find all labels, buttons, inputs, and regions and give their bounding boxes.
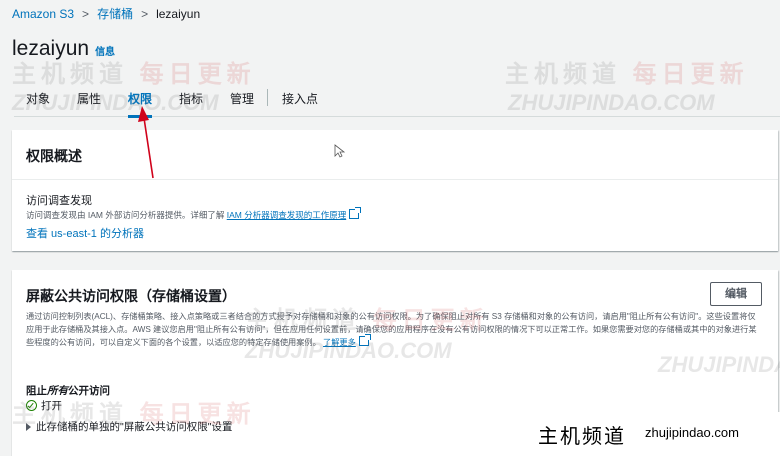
tab-access-points[interactable]: 接入点 [282,90,318,115]
breadcrumb-buckets[interactable]: 存储桶 [97,5,133,22]
status-text: 打开 [41,400,62,412]
watermark-cn-red-text: 每日更新 [139,61,256,88]
check-circle-icon [26,400,37,411]
breadcrumb-current: lezaiyun [156,6,201,21]
chevron-right-icon: > [82,6,90,21]
tab-properties[interactable]: 属性 [77,90,101,115]
status-indicator: 打开 [26,398,62,413]
block-public-access-heading: 屏蔽公共访问权限（存储桶设置） [26,288,236,304]
tab-metrics[interactable]: 指标 [179,90,203,115]
tab-divider [267,89,268,106]
brand-logo-cn: 主机频道 [538,424,626,448]
chevron-right-icon: > [141,6,149,21]
watermark-cn-text: 主机频道 [505,61,621,88]
page-title: lezaiyun [12,37,90,60]
external-link-icon [349,207,362,219]
block-title-suffix: 公开访问 [68,385,110,397]
watermark-cn: 主机频道 每日更新 [505,54,749,89]
permissions-overview-panel: 权限概述 访问调查发现 访问调查发现由 IAM 外部访问分析器提供。详细了解 I… [12,130,778,251]
tab-bar: 对象 属性 权限 指标 管理 接入点 [14,86,780,118]
annotation-arrow-icon [138,106,154,179]
access-findings-title: 访问调查发现 [26,195,92,207]
info-link[interactable]: 信息 [95,43,115,58]
block-title-prefix: 阻止 [26,385,47,397]
view-analyzer-link[interactable]: 查看 us-east-1 的分析器 [26,225,144,241]
learn-more-link[interactable]: 了解更多 [323,334,371,347]
block-public-access-desc-text: 通过访问控制列表(ACL)、存储桶策略、接入点策略或三者结合的方式授予对存储桶和… [26,312,757,347]
edit-button[interactable]: 编辑 [710,282,762,306]
tab-management[interactable]: 管理 [230,90,254,115]
iam-analyzer-doc-link-text: IAM 分析器调查发现的工作原理 [226,210,347,220]
expander-label: 此存储桶的单独的"屏蔽公共访问权限"设置 [36,421,233,433]
block-public-access-description: 通过访问控制列表(ACL)、存储桶策略、接入点策略或三者结合的方式授予对存储桶和… [26,310,760,349]
breadcrumb: Amazon S3 > 存储桶 > lezaiyun [12,5,200,22]
learn-more-link-text: 了解更多 [323,338,356,347]
block-title-emphasis: 所有 [47,385,68,397]
breadcrumb-amazon-s3[interactable]: Amazon S3 [12,7,74,21]
mouse-cursor-icon [334,144,345,158]
access-findings-desc-text: 访问调查发现由 IAM 外部访问分析器提供。详细了解 [26,210,225,220]
iam-analyzer-doc-link[interactable]: IAM 分析器调查发现的工作原理 [226,207,362,220]
caret-right-icon [26,422,31,431]
title-row: lezaiyun 信息 [12,37,115,61]
watermark-cn-red-text: 每日更新 [632,61,749,88]
individual-settings-expander[interactable]: 此存储桶的单独的"屏蔽公共访问权限"设置 [26,419,232,434]
tab-objects[interactable]: 对象 [26,90,50,115]
brand-logo-en: zhujipindao.com [645,425,739,440]
permissions-overview-heading: 权限概述 [26,148,82,164]
external-link-icon [358,334,371,346]
block-all-public-access-title: 阻止所有公开访问 [26,383,110,398]
divider [12,179,778,180]
watermark-cn-text: 主机频道 [12,61,128,88]
access-findings-description: 访问调查发现由 IAM 外部访问分析器提供。详细了解 IAM 分析器调查发现的工… [26,207,362,221]
